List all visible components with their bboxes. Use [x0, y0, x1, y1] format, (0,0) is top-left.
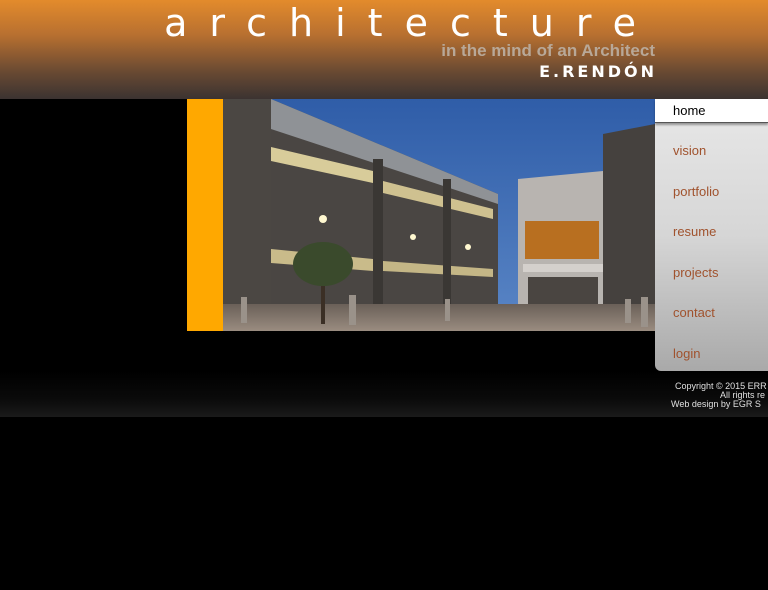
nav-item-vision[interactable]: vision [655, 139, 768, 179]
accent-bar [187, 99, 223, 331]
main-navigation: home vision portfolio resume projects co… [655, 99, 768, 371]
page: architecture in the mind of an Architect… [0, 0, 768, 590]
site-tagline: in the mind of an Architect [441, 41, 655, 60]
architect-name: E.RENDÓN [539, 62, 657, 81]
nav-item-resume[interactable]: resume [655, 220, 768, 260]
nav-item-projects[interactable]: projects [655, 261, 768, 301]
site-header: architecture in the mind of an Architect… [0, 0, 768, 99]
nav-item-contact[interactable]: contact [655, 301, 768, 341]
nav-item-portfolio[interactable]: portfolio [655, 180, 768, 220]
footer-strip [0, 371, 768, 417]
site-title: architecture [164, 1, 658, 45]
web-design-credit[interactable]: Web design by EGR S [671, 400, 768, 409]
footer: Copyright © 2015 ERR All rights re Web d… [667, 382, 768, 409]
nav-item-home[interactable]: home [655, 99, 768, 123]
hero-photo [223, 99, 655, 331]
building-photo [223, 99, 655, 331]
